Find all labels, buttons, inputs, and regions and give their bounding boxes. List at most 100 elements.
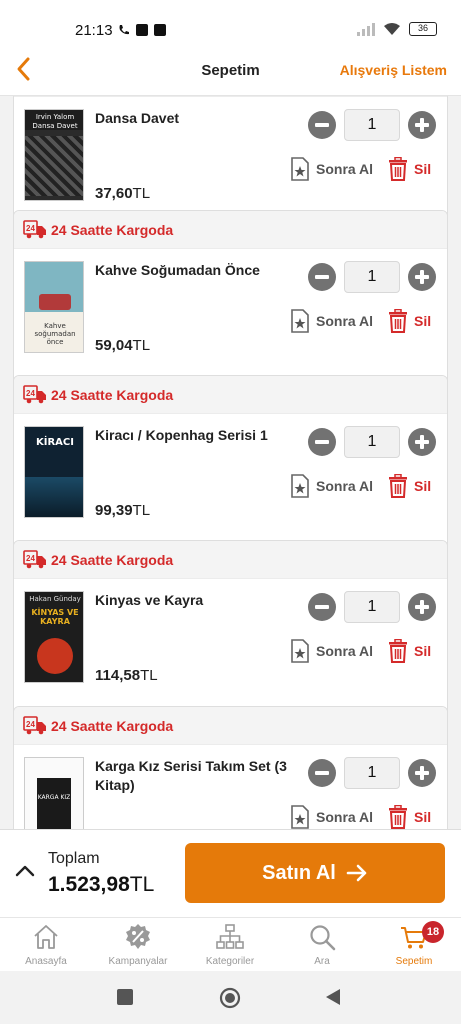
book-price: 99,39TL	[95, 502, 151, 519]
buy-later-button[interactable]: Sonra Al	[290, 309, 373, 333]
fast-delivery-icon: 24	[23, 550, 46, 569]
book-price: 59,04TL	[95, 337, 151, 354]
quantity-value[interactable]: 1	[344, 109, 400, 141]
book-title[interactable]: Karga Kız Serisi Takım Set (3 Kitap)	[95, 757, 300, 795]
delete-button[interactable]: Sil	[388, 309, 431, 333]
book-title[interactable]: Kahve Soğumadan Önce	[95, 261, 300, 280]
cart-list[interactable]: Irvin Yalom Dansa Davet Dansa Davet 37,6…	[0, 96, 461, 829]
trash-icon	[389, 805, 407, 829]
total-label: Toplam	[48, 850, 100, 867]
decrease-button[interactable]	[308, 428, 336, 456]
recent-apps-icon[interactable]	[117, 989, 133, 1005]
trash-icon	[389, 474, 407, 498]
increase-button[interactable]	[408, 263, 436, 291]
tab-categories[interactable]: Kategoriler	[184, 918, 276, 972]
book-cover[interactable]: KİRACI	[24, 426, 84, 518]
increase-button[interactable]	[408, 759, 436, 787]
shipping-label: 24 Saatte Kargoda	[51, 718, 174, 734]
decrease-button[interactable]	[308, 111, 336, 139]
tab-search[interactable]: Ara	[276, 918, 368, 972]
book-cover[interactable]: Kahve soğumadan önce	[24, 261, 84, 353]
save-later-icon	[291, 309, 309, 333]
decrease-button[interactable]	[308, 759, 336, 787]
trash-icon	[389, 157, 407, 181]
upload-icon	[136, 24, 148, 36]
home-nav-icon[interactable]	[219, 987, 241, 1009]
delete-button[interactable]: Sil	[388, 805, 431, 829]
book-title[interactable]: Kiracı / Kopenhag Serisi 1	[95, 426, 300, 445]
decrease-button[interactable]	[308, 593, 336, 621]
quantity-value[interactable]: 1	[344, 591, 400, 623]
book-title[interactable]: Kinyas ve Kayra	[95, 591, 300, 610]
svg-text:24: 24	[26, 389, 35, 398]
shipping-label: 24 Saatte Kargoda	[51, 552, 174, 568]
quantity-value[interactable]: 1	[344, 261, 400, 293]
cart-item: 24 24 Saatte Kargoda Kahve soğumadan önc…	[13, 210, 448, 386]
tab-cart[interactable]: 18 Sepetim	[368, 918, 460, 972]
checkout-bar: Toplam 1.523,98TL Satın Al	[0, 829, 461, 917]
bottom-tab-bar: Anasayfa Kampanyalar Kategoriler Ara 18 …	[0, 917, 461, 971]
app-header: Sepetim Alışveriş Listem	[0, 44, 461, 96]
quantity-stepper: 1	[308, 109, 436, 141]
svg-text:24: 24	[26, 224, 35, 233]
book-price: 114,58TL	[95, 667, 158, 684]
quantity-value[interactable]: 1	[344, 757, 400, 789]
buy-later-button[interactable]: Sonra Al	[290, 639, 373, 663]
shipping-label: 24 Saatte Kargoda	[51, 387, 174, 403]
increase-button[interactable]	[408, 593, 436, 621]
cart-item: 24 24 Saatte Kargoda Hakan Günday KİNYAS…	[13, 540, 448, 716]
cart-item: 24 24 Saatte Kargoda KİRACI Kiracı / Kop…	[13, 375, 448, 551]
status-notification-icons	[118, 24, 166, 36]
fast-delivery-icon: 24	[23, 220, 46, 239]
shopping-list-link[interactable]: Alışveriş Listem	[340, 62, 447, 78]
increase-button[interactable]	[408, 111, 436, 139]
trash-icon	[389, 309, 407, 333]
home-icon	[34, 925, 58, 949]
save-later-icon	[291, 805, 309, 829]
buy-later-button[interactable]: Sonra Al	[290, 805, 373, 829]
wifi-icon	[384, 23, 400, 35]
signal-icon	[357, 22, 375, 36]
delete-button[interactable]: Sil	[388, 474, 431, 498]
cart-count-badge: 18	[422, 921, 444, 943]
checkout-button[interactable]: Satın Al	[185, 843, 445, 903]
battery-indicator: 36	[409, 22, 437, 36]
svg-text:24: 24	[26, 554, 35, 563]
delete-button[interactable]: Sil	[388, 639, 431, 663]
shipping-header: 24 24 Saatte Kargoda	[14, 541, 447, 579]
save-later-icon	[291, 639, 309, 663]
quantity-stepper: 1	[308, 757, 436, 789]
tab-campaigns[interactable]: Kampanyalar	[92, 918, 184, 972]
book-cover[interactable]: Irvin Yalom Dansa Davet	[24, 109, 84, 201]
book-cover[interactable]: Hakan Günday KİNYAS VE KAYRA	[24, 591, 84, 683]
increase-button[interactable]	[408, 428, 436, 456]
back-nav-icon[interactable]	[325, 988, 341, 1006]
decrease-button[interactable]	[308, 263, 336, 291]
total-amount: 1.523,98TL	[48, 873, 155, 896]
buy-later-button[interactable]: Sonra Al	[290, 474, 373, 498]
save-later-icon	[291, 157, 309, 181]
delete-button[interactable]: Sil	[388, 157, 431, 181]
fast-delivery-icon: 24	[23, 385, 46, 404]
quantity-stepper: 1	[308, 426, 436, 458]
arrow-right-icon	[346, 864, 367, 882]
book-cover[interactable]: KARGA KIZ	[24, 757, 84, 829]
tab-home[interactable]: Anasayfa	[0, 918, 92, 972]
shipping-header: 24 24 Saatte Kargoda	[14, 376, 447, 414]
book-price: 37,60TL	[95, 185, 151, 202]
chevron-up-icon[interactable]	[14, 863, 36, 879]
buy-later-button[interactable]: Sonra Al	[290, 157, 373, 181]
search-icon	[310, 925, 336, 951]
call-icon	[119, 25, 129, 35]
quantity-stepper: 1	[308, 261, 436, 293]
save-later-icon	[291, 474, 309, 498]
quantity-value[interactable]: 1	[344, 426, 400, 458]
svg-text:24: 24	[26, 720, 35, 729]
status-time: 21:13	[75, 22, 113, 39]
app-notification-icon	[154, 24, 166, 36]
cart-item: 24 24 Saatte Kargoda KARGA KIZ Karga Kız…	[13, 706, 448, 829]
book-title[interactable]: Dansa Davet	[95, 109, 300, 128]
fast-delivery-icon: 24	[23, 716, 46, 735]
status-bar: 21:13 36	[0, 0, 461, 44]
quantity-stepper: 1	[308, 591, 436, 623]
